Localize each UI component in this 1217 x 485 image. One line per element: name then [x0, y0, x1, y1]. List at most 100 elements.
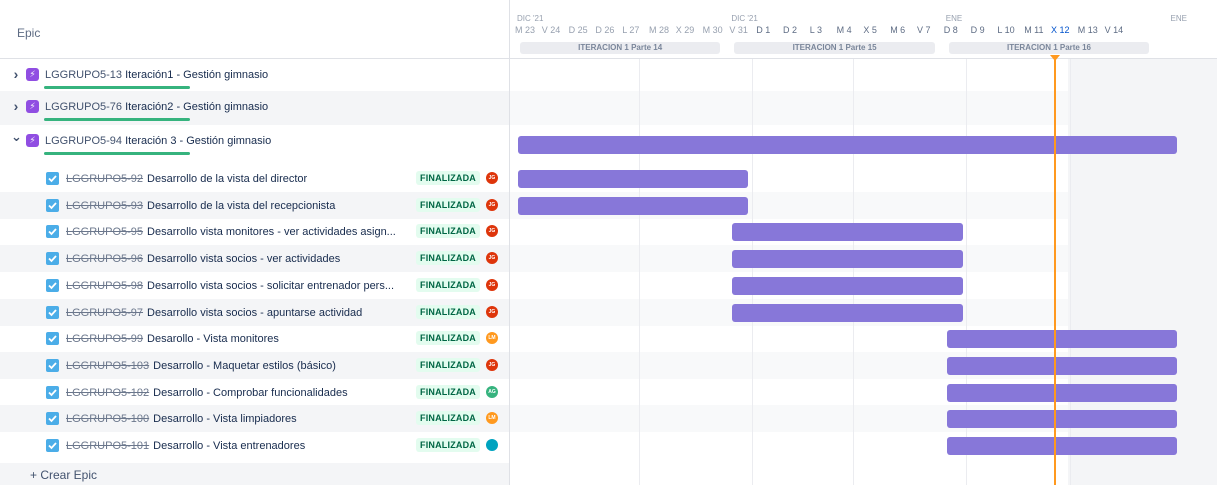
issue-key[interactable]: LGGRUPO5-100: [66, 413, 149, 425]
issue-row[interactable]: LGGRUPO5-95 Desarrollo vista monitores - …: [0, 218, 509, 245]
month-label: ENE: [945, 14, 963, 23]
assignee-avatar[interactable]: JG: [486, 306, 498, 318]
status-badge: FINALIZADA: [416, 198, 480, 212]
assignee-avatar[interactable]: JG: [486, 279, 498, 291]
issue-summary[interactable]: Desarrollo - Maquetar estilos (básico): [153, 360, 410, 372]
chevron-right-icon[interactable]: ›: [11, 98, 21, 114]
epic-title[interactable]: Iteración1 - Gestión gimnasio: [125, 69, 268, 81]
epic-title[interactable]: Iteración 3 - Gestión gimnasio: [125, 135, 271, 147]
epic-key[interactable]: LGGRUPO5-76 Iteración2 - Gestión gimnasi…: [45, 101, 268, 113]
assignee-avatar[interactable]: JG: [486, 172, 498, 184]
issue-summary[interactable]: Desarrollo de la vista del recepcionista: [147, 200, 410, 212]
issue-key[interactable]: LGGRUPO5-102: [66, 387, 149, 399]
issue-row[interactable]: LGGRUPO5-93 Desarrollo de la vista del re…: [0, 192, 509, 219]
issue-key[interactable]: LGGRUPO5-93: [66, 200, 143, 212]
issue-timeline-bar[interactable]: [946, 409, 1177, 428]
epic-progress-bar: [44, 152, 190, 155]
story-checkbox-icon: [46, 332, 59, 345]
create-epic-button[interactable]: + Crear Epic: [0, 463, 509, 485]
issue-timeline-bar[interactable]: [732, 276, 963, 295]
issue-timeline-bar[interactable]: [732, 222, 963, 241]
epic-title[interactable]: Iteración2 - Gestión gimnasio: [125, 101, 268, 113]
chevron-down-icon[interactable]: ⌄: [11, 129, 22, 145]
day-label: V 31: [729, 25, 748, 35]
epic-key[interactable]: LGGRUPO5-13 Iteración1 - Gestión gimnasi…: [45, 69, 268, 81]
issue-timeline-bar[interactable]: [518, 196, 749, 215]
issue-summary[interactable]: Desarrollo vista monitores - ver activid…: [147, 226, 410, 238]
epic-key-text[interactable]: LGGRUPO5-76: [45, 101, 122, 113]
issue-row[interactable]: LGGRUPO5-101 Desarrollo - Vista entrenado…: [0, 432, 509, 459]
day-label: D 1: [756, 25, 771, 35]
issue-summary[interactable]: Desarrollo - Vista limpiadores: [153, 413, 410, 425]
issue-row[interactable]: LGGRUPO5-92 Desarrollo de la vista del di…: [0, 165, 509, 192]
issue-key[interactable]: LGGRUPO5-103: [66, 360, 149, 372]
issue-summary[interactable]: Desarrollo - Comprobar funcionalidades: [153, 387, 410, 399]
assignee-avatar[interactable]: LM: [486, 412, 498, 424]
issue-row[interactable]: LGGRUPO5-97 Desarrollo vista socios - apu…: [0, 299, 509, 326]
issue-key[interactable]: LGGRUPO5-97: [66, 307, 143, 319]
assignee-avatar[interactable]: JG: [486, 199, 498, 211]
issue-summary[interactable]: Desarrollo vista socios - solicitar entr…: [147, 280, 410, 292]
story-checkbox-icon: [46, 412, 59, 425]
issue-summary[interactable]: Desarrollo - Vista entrenadores: [153, 440, 410, 452]
roadmap-view: Epic › ⚡ LGGRUPO5-13 Iteración1 - Gestión …: [0, 0, 1217, 485]
epic-key[interactable]: LGGRUPO5-94 Iteración 3 - Gestión gimnas…: [45, 135, 271, 147]
sprint-label[interactable]: ITERACION 1 Parte 15: [734, 42, 935, 54]
day-label: L 3: [809, 25, 822, 35]
today-line: [1054, 55, 1056, 485]
timeline-panel[interactable]: DIC '21 DIC '21 ENE ENE M 23 V 24 D 25 D 26 L 27…: [510, 0, 1217, 485]
sprint-label[interactable]: ITERACION 1 Parte 14: [520, 42, 721, 54]
issue-summary[interactable]: Desarrollo vista socios - apuntarse acti…: [147, 307, 410, 319]
epic-list-header: Epic: [0, 0, 509, 59]
day-label: M 28: [649, 25, 670, 35]
issue-timeline-bar[interactable]: [732, 303, 963, 322]
issue-timeline-bar[interactable]: [732, 249, 963, 268]
issue-key[interactable]: LGGRUPO5-99: [66, 333, 143, 345]
assignee-avatar[interactable]: [486, 439, 498, 451]
day-label: V 14: [1104, 25, 1124, 35]
assignee-avatar[interactable]: JG: [486, 359, 498, 371]
epic-key-text[interactable]: LGGRUPO5-94: [45, 135, 122, 147]
epic-key-text[interactable]: LGGRUPO5-13: [45, 69, 122, 81]
issue-timeline-bar[interactable]: [946, 356, 1177, 375]
epic-timeline-bar[interactable]: [518, 136, 1177, 154]
issue-timeline-bar[interactable]: [946, 383, 1177, 402]
issue-row[interactable]: LGGRUPO5-99 Desarollo - Vista monitores FI…: [0, 325, 509, 352]
issue-summary[interactable]: Desarollo - Vista monitores: [147, 333, 410, 345]
issue-row[interactable]: LGGRUPO5-102 Desarrollo - Comprobar funci…: [0, 379, 509, 406]
assignee-avatar[interactable]: LM: [486, 332, 498, 344]
chevron-right-icon[interactable]: ›: [11, 66, 21, 82]
epic-row[interactable]: ⌄ ⚡ LGGRUPO5-94 Iteración 3 - Gestión gimn…: [0, 125, 509, 165]
epic-row[interactable]: › ⚡ LGGRUPO5-13 Iteración1 - Gestión gimna…: [0, 59, 509, 91]
sprint-label[interactable]: ITERACION 1 Parte 16: [948, 42, 1150, 54]
issue-summary[interactable]: Desarrollo de la vista del director: [147, 173, 410, 185]
day-label: M 6: [890, 25, 906, 35]
issue-timeline-bar[interactable]: [946, 436, 1177, 455]
assignee-avatar[interactable]: AG: [486, 386, 498, 398]
issue-row[interactable]: LGGRUPO5-98 Desarrollo vista socios - sol…: [0, 272, 509, 299]
status-badge: FINALIZADA: [416, 438, 480, 452]
day-label: L 27: [622, 25, 640, 35]
issue-timeline-bar[interactable]: [946, 329, 1177, 348]
issue-row[interactable]: LGGRUPO5-100 Desarrollo - Vista limpiador…: [0, 405, 509, 432]
issue-key[interactable]: LGGRUPO5-98: [66, 280, 143, 292]
issue-key[interactable]: LGGRUPO5-92: [66, 173, 143, 185]
issue-row[interactable]: LGGRUPO5-103 Desarrollo - Maquetar estilo…: [0, 352, 509, 379]
assignee-avatar[interactable]: JG: [486, 225, 498, 237]
issue-key[interactable]: LGGRUPO5-96: [66, 253, 143, 265]
story-checkbox-icon: [46, 439, 59, 452]
issue-row[interactable]: LGGRUPO5-96 Desarrollo vista socios - ver…: [0, 245, 509, 272]
timeline-row-shade: [510, 91, 1217, 125]
day-label: X 12: [1051, 25, 1070, 35]
issue-key[interactable]: LGGRUPO5-95: [66, 226, 143, 238]
issue-key[interactable]: LGGRUPO5-101: [66, 440, 149, 452]
issue-summary[interactable]: Desarrollo vista socios - ver actividade…: [147, 253, 410, 265]
day-label: D 9: [970, 25, 985, 35]
day-label: D 25: [568, 25, 588, 35]
issue-timeline-bar[interactable]: [518, 169, 749, 188]
assignee-avatar[interactable]: JG: [486, 252, 498, 264]
epic-row[interactable]: › ⚡ LGGRUPO5-76 Iteración2 - Gestión gimna…: [0, 91, 509, 125]
status-badge: FINALIZADA: [416, 358, 480, 372]
create-epic-label[interactable]: + Crear Epic: [30, 468, 97, 482]
day-label: M 4: [836, 25, 852, 35]
